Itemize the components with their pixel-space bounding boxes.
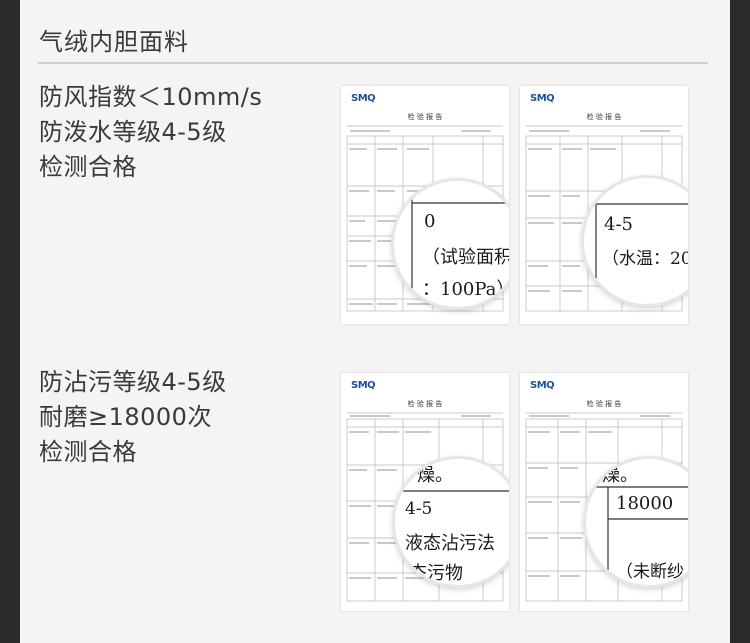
zoomed-text: 燥。 [602, 465, 638, 486]
report-title: 检 验 报 告 [586, 400, 622, 408]
section-divider [38, 62, 708, 64]
smq-logo: SMQ [530, 380, 555, 391]
test-report-image: SMQ 检 验 报 告 干燥。 4-5 液态沾污法 态污物 [341, 373, 509, 611]
test-report-image: SMQ 检 验 报 告 0 （试验面积 ：100Pa） [341, 86, 509, 324]
magnifier-lens: 燥。 18000 （未断纱 [586, 459, 688, 585]
report-title: 检 验 报 告 [586, 113, 622, 121]
test-report-image: SMQ 检 验 报 告 4-5 （水温：20. [520, 86, 688, 324]
spec-line: 防沾污等级4-5级 [39, 368, 227, 396]
zoomed-text: （试验面积 [422, 247, 509, 268]
spec-line: 检测合格 [39, 438, 137, 466]
zoomed-text: （水温：20. [602, 249, 688, 269]
zoomed-text: （未断纱 [616, 562, 684, 582]
magnifier-lens: 0 （试验面积 ：100Pa） [394, 181, 509, 307]
zoomed-text: 4-5 [604, 214, 633, 235]
spec-list-2: 防沾污等级4-5级 耐磨≥18000次 检测合格 [39, 365, 227, 470]
magnifier-lens: 4-5 （水温：20. [584, 178, 688, 304]
zoomed-text: ：100Pa） [422, 279, 509, 300]
zoomed-text: 态污物 [409, 563, 463, 584]
spec-line: 防泼水等级4-5级 [39, 118, 227, 146]
smq-logo: SMQ [530, 93, 555, 104]
section-title: 气绒内胆面料 [39, 28, 189, 56]
spec-list-1: 防风指数＜10mm/s 防泼水等级4-5级 检测合格 [39, 80, 262, 185]
spec-line: 防风指数＜10mm/s [39, 83, 263, 111]
report-title: 检 验 报 告 [407, 400, 443, 408]
smq-logo: SMQ [351, 380, 376, 391]
smq-logo: SMQ [351, 93, 376, 104]
zoomed-text: 18000 [616, 493, 674, 514]
report-title: 检 验 报 告 [407, 113, 443, 121]
zoomed-text: 液态沾污法 [405, 533, 495, 554]
spec-line: 检测合格 [39, 153, 137, 181]
zoomed-text: 干燥。 [399, 465, 453, 486]
magnifier-lens: 干燥。 4-5 液态沾污法 态污物 [395, 459, 509, 585]
spec-line: 耐磨≥18000次 [39, 403, 212, 431]
zoomed-text: 0 [424, 211, 436, 232]
zoomed-text: 4-5 [405, 499, 433, 519]
test-report-image: SMQ 检 验 报 告 燥。 18000 （未断纱 [520, 373, 688, 611]
product-detail-panel: 气绒内胆面料 防风指数＜10mm/s 防泼水等级4-5级 检测合格 SMQ 检 … [20, 0, 730, 643]
